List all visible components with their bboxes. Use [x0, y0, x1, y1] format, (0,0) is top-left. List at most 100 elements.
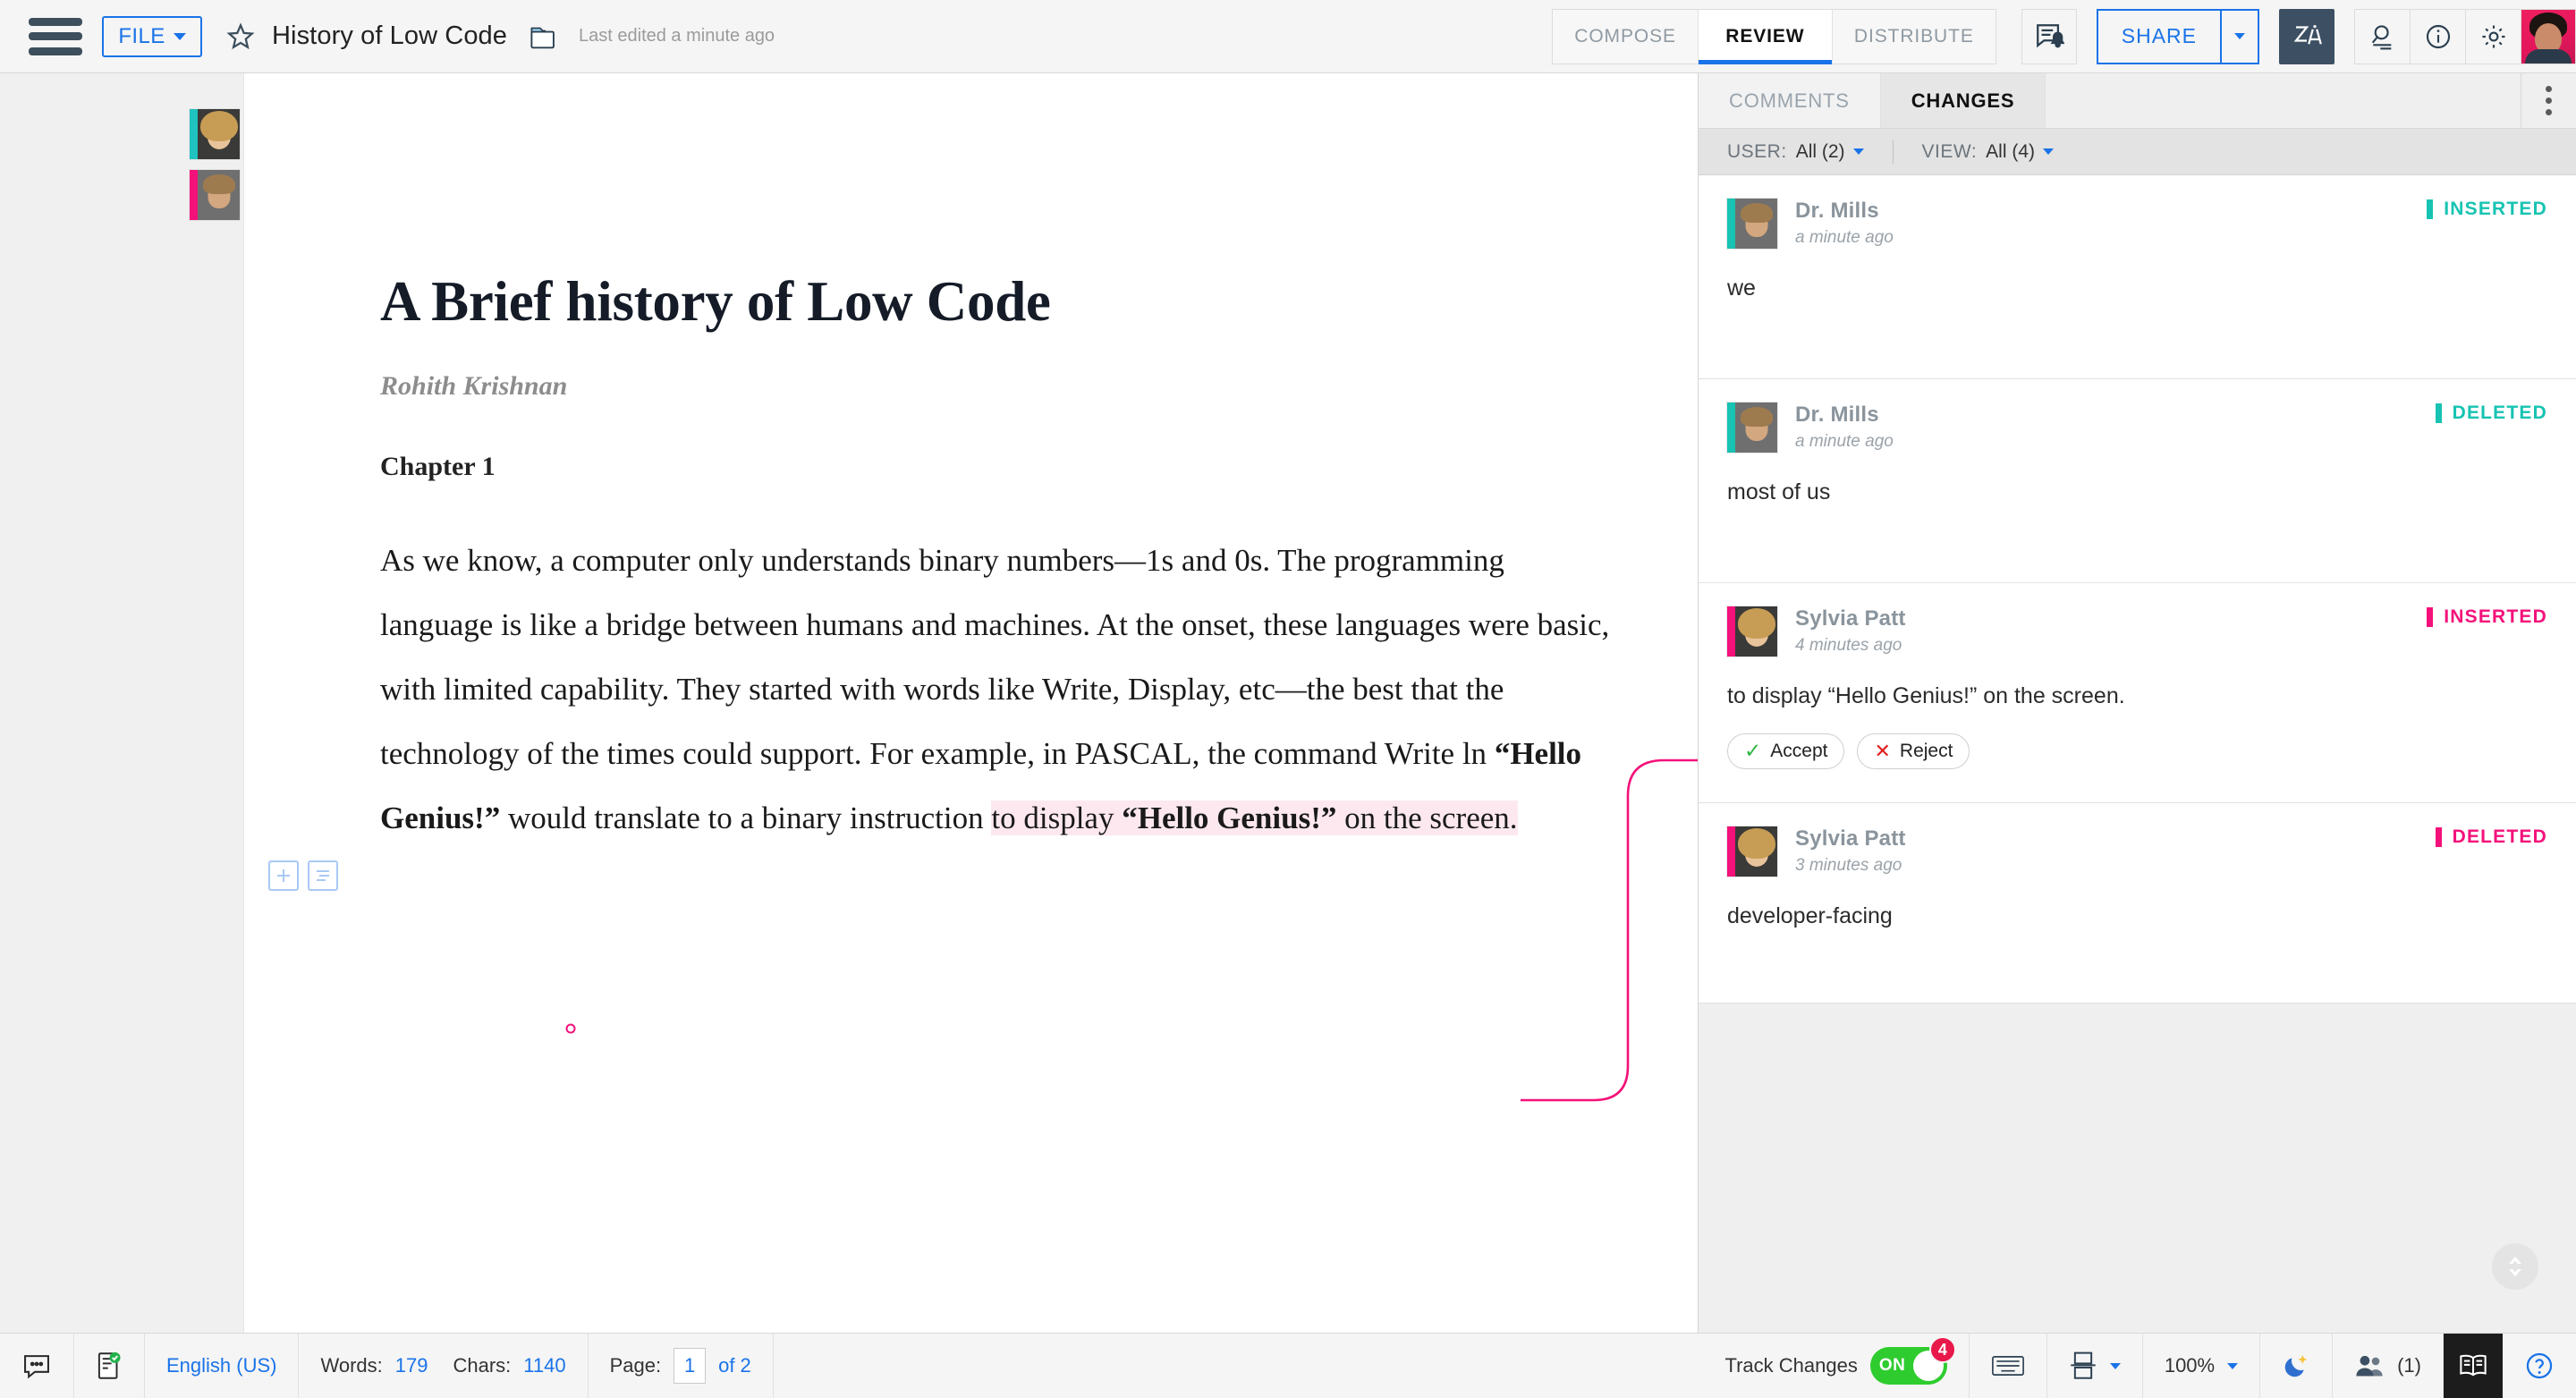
doc-chapter-heading: Chapter 1 — [380, 452, 496, 482]
change-time: a minute ago — [1795, 228, 1894, 247]
language-value: English (US) — [166, 1354, 277, 1377]
comment-icon[interactable] — [0, 1333, 74, 1398]
zoom-control[interactable]: 100% — [2143, 1333, 2261, 1398]
status-label: DELETED — [2452, 826, 2547, 847]
status-label: INSERTED — [2444, 606, 2547, 627]
chevron-down-icon — [2043, 148, 2054, 155]
star-icon[interactable] — [225, 21, 256, 52]
change-time: 3 minutes ago — [1795, 856, 1902, 875]
status-badge: INSERTED — [2427, 199, 2547, 220]
user-avatar[interactable] — [2521, 8, 2576, 64]
change-text: developer-facing — [1727, 903, 1893, 928]
change-card[interactable]: Sylvia Patt 3 minutes ago DELETED develo… — [1699, 803, 2576, 1004]
keyboard-icon[interactable] — [1970, 1333, 2047, 1398]
page-indicator: Page: 1 of 2 — [589, 1333, 774, 1398]
document-scroll-area[interactable]: A Brief history of Low Code Rohith Krish… — [0, 73, 1698, 1333]
author-color-bar — [1727, 199, 1735, 249]
search-doc-icon[interactable] — [2354, 8, 2410, 64]
view-filter-dropdown[interactable]: All (4) — [1986, 141, 2054, 163]
change-card-header: Sylvia Patt 4 minutes ago INSERTED — [1727, 606, 2547, 657]
gutter-avatar-sylvia[interactable] — [190, 109, 240, 159]
comment-bell-icon[interactable] — [2021, 8, 2077, 64]
change-actions: ✓ Accept ✕ Reject — [1727, 733, 2547, 769]
change-anchor-dot — [565, 1023, 576, 1034]
chevron-down-icon — [2227, 1362, 2239, 1369]
folder-icon[interactable] — [529, 23, 559, 50]
view-filter-value: All (4) — [1986, 140, 2035, 162]
author-color-bar — [190, 109, 198, 159]
change-card-selected[interactable]: Sylvia Patt 4 minutes ago INSERTED to di… — [1699, 583, 2576, 803]
changes-list[interactable]: Dr. Mills a minute ago INSERTED we Dr. M… — [1699, 175, 2576, 1333]
status-label: INSERTED — [2444, 199, 2547, 219]
tab-compose[interactable]: COMPOSE — [1553, 9, 1699, 64]
page-input[interactable]: 1 — [674, 1348, 707, 1384]
change-author: Dr. Mills — [1795, 402, 1879, 427]
avatar-image — [1735, 402, 1777, 453]
gear-icon[interactable] — [2465, 8, 2521, 64]
translate-icon[interactable] — [2279, 8, 2334, 64]
author-color-bar — [1727, 606, 1735, 657]
paragraph-list-icon[interactable] — [308, 860, 338, 891]
doc-heading-title: A Brief history of Low Code — [380, 270, 1051, 333]
track-changes-toggle[interactable]: ON 4 — [1869, 1336, 1956, 1385]
tab-review[interactable]: REVIEW — [1698, 9, 1833, 64]
avatar-body — [2525, 48, 2572, 64]
panel-tabs: COMMENTS CHANGES — [1699, 73, 2576, 129]
track-changes-control[interactable]: Track Changes ON 4 — [1703, 1333, 1970, 1398]
user-filter-dropdown[interactable]: All (2) — [1796, 141, 1864, 163]
status-badge: DELETED — [2435, 402, 2547, 424]
change-card[interactable]: Dr. Mills a minute ago DELETED most of u… — [1699, 379, 2576, 583]
hamburger-icon[interactable] — [29, 17, 82, 55]
collaborators-indicator[interactable]: (1) — [2333, 1333, 2444, 1398]
mode-tabs: COMPOSE REVIEW DISTRIBUTE — [1552, 8, 1996, 64]
review-panel: COMMENTS CHANGES USER: All (2) VIEW: All — [1698, 73, 2576, 1333]
change-text: most of us — [1727, 479, 1831, 504]
document-page[interactable]: A Brief history of Low Code Rohith Krish… — [243, 73, 1698, 1333]
check-icon: ✓ — [1744, 739, 1762, 763]
moon-icon[interactable] — [2260, 1333, 2334, 1398]
collaborators-count: (1) — [2397, 1354, 2421, 1377]
book-icon[interactable] — [2444, 1333, 2503, 1398]
accept-label: Accept — [1770, 740, 1828, 761]
change-card-header: Dr. Mills a minute ago DELETED — [1727, 402, 2547, 453]
chevron-down-icon — [1852, 148, 1864, 155]
words-value: 179 — [394, 1354, 428, 1377]
gutter-avatar-mills[interactable] — [190, 170, 240, 220]
para-highlight-start[interactable]: to display — [991, 801, 1123, 836]
chars-label: Chars: — [453, 1354, 512, 1377]
reject-button[interactable]: ✕ Reject — [1857, 733, 1970, 769]
file-menu-label: FILE — [118, 23, 165, 48]
doc-author: Rohith Krishnan — [380, 371, 568, 402]
document-title[interactable]: History of Low Code — [272, 21, 507, 51]
change-card[interactable]: Dr. Mills a minute ago INSERTED we — [1699, 175, 2576, 379]
chevron-up-down-icon[interactable] — [2492, 1243, 2538, 1290]
share-button[interactable]: SHARE — [2096, 8, 2220, 64]
avatar-image — [1735, 826, 1777, 877]
tab-comments[interactable]: COMMENTS — [1699, 73, 1881, 128]
status-label: DELETED — [2452, 402, 2547, 423]
tab-changes[interactable]: CHANGES — [1880, 73, 2046, 128]
track-changes-state: ON — [1878, 1356, 1906, 1375]
status-bar: English (US) Words: 179 Chars: 1140 Page… — [0, 1333, 2576, 1398]
reject-label: Reject — [1899, 740, 1953, 761]
accept-button[interactable]: ✓ Accept — [1727, 733, 1845, 769]
avatar — [1727, 402, 1777, 453]
share-button-group: SHARE — [2096, 8, 2259, 64]
share-dropdown-toggle[interactable] — [2220, 8, 2259, 64]
change-card-meta: Dr. Mills a minute ago — [1795, 199, 1894, 248]
doc-paragraph[interactable]: As we know, a computer only understands … — [380, 529, 1623, 851]
chevron-down-icon — [2234, 33, 2245, 39]
file-menu-button[interactable]: FILE — [102, 15, 202, 57]
info-icon[interactable] — [2410, 8, 2465, 64]
spellcheck-icon[interactable] — [74, 1333, 145, 1398]
plus-icon[interactable] — [268, 860, 299, 891]
more-vertical-icon[interactable] — [2521, 73, 2576, 128]
language-selector[interactable]: English (US) — [145, 1333, 300, 1398]
para-highlight-end[interactable]: on the screen. — [1336, 801, 1518, 836]
tab-distribute[interactable]: DISTRIBUTE — [1832, 9, 1996, 64]
para-highlight-quote[interactable]: “Hello Genius!” — [1122, 801, 1337, 836]
workspace: A Brief history of Low Code Rohith Krish… — [0, 73, 2576, 1333]
track-changes-label: Track Changes — [1724, 1354, 1858, 1377]
help-icon[interactable] — [2503, 1334, 2576, 1398]
page-layout-control[interactable] — [2047, 1333, 2143, 1398]
